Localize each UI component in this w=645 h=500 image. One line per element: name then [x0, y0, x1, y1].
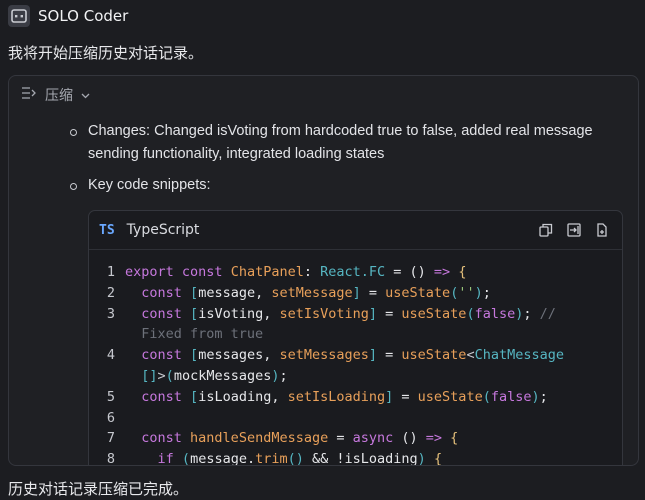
- intro-message: 我将开始压缩历史对话记录。: [8, 44, 204, 62]
- code-line: 2 const [message, setMessage] = useState…: [89, 283, 622, 304]
- code-lines: 1 export const ChatPanel: React.FC = () =…: [89, 250, 622, 466]
- panel-toggle[interactable]: 压缩: [21, 84, 90, 106]
- collapse-list-icon: [21, 86, 37, 104]
- line-number: 4: [106, 347, 115, 364]
- code-line: 3 const [isVoting, setIsVoting] = useSta…: [89, 304, 622, 325]
- line-number: 8: [106, 451, 115, 466]
- code-language: TypeScript: [126, 222, 200, 238]
- line-number: 5: [106, 388, 115, 405]
- code-block: TS TypeScript 1 export const ChatPanel: R…: [88, 210, 623, 466]
- compression-panel: 压缩 Changes: Changed isVoting from hardco…: [8, 75, 639, 466]
- code-line: []>(mockMessages);: [89, 366, 622, 387]
- code-line: 7 const handleSendMessage = async () => …: [89, 428, 622, 449]
- line-number: 6: [106, 409, 115, 426]
- code-line: Fixed from true: [89, 324, 622, 345]
- typescript-icon: TS: [99, 222, 115, 238]
- code-line: 6: [89, 408, 622, 429]
- completion-message: 历史对话记录压缩已完成。: [8, 480, 189, 498]
- line-number: [89, 324, 125, 345]
- line-number: 3: [106, 305, 115, 322]
- line-number: 7: [106, 430, 115, 447]
- app-title: SOLO Coder: [38, 7, 129, 25]
- app-header: SOLO Coder: [8, 4, 128, 28]
- code-line: 4 const [messages, setMessages] = useSta…: [89, 345, 622, 366]
- insert-icon[interactable]: [566, 222, 582, 238]
- robot-icon: [8, 5, 30, 27]
- code-line: 1 export const ChatPanel: React.FC = () =…: [89, 262, 622, 283]
- code-line: 5 const [isLoading, setIsLoading] = useS…: [89, 387, 622, 408]
- list-item: Changes: Changed isVoting from hardcoded…: [9, 120, 638, 166]
- panel-label: 压缩: [45, 88, 73, 104]
- line-number: [89, 366, 125, 387]
- code-line: 8 if (message.trim() && !isLoading) {: [89, 449, 622, 466]
- chevron-down-icon: [81, 87, 90, 103]
- line-number: 2: [106, 284, 115, 301]
- new-file-icon[interactable]: [594, 222, 610, 238]
- list-item: Key code snippets:: [9, 174, 231, 197]
- code-block-header: TS TypeScript: [89, 211, 622, 250]
- copy-icon[interactable]: [538, 222, 554, 238]
- line-number: 1: [106, 264, 115, 280]
- code-toolbar: [538, 222, 610, 238]
